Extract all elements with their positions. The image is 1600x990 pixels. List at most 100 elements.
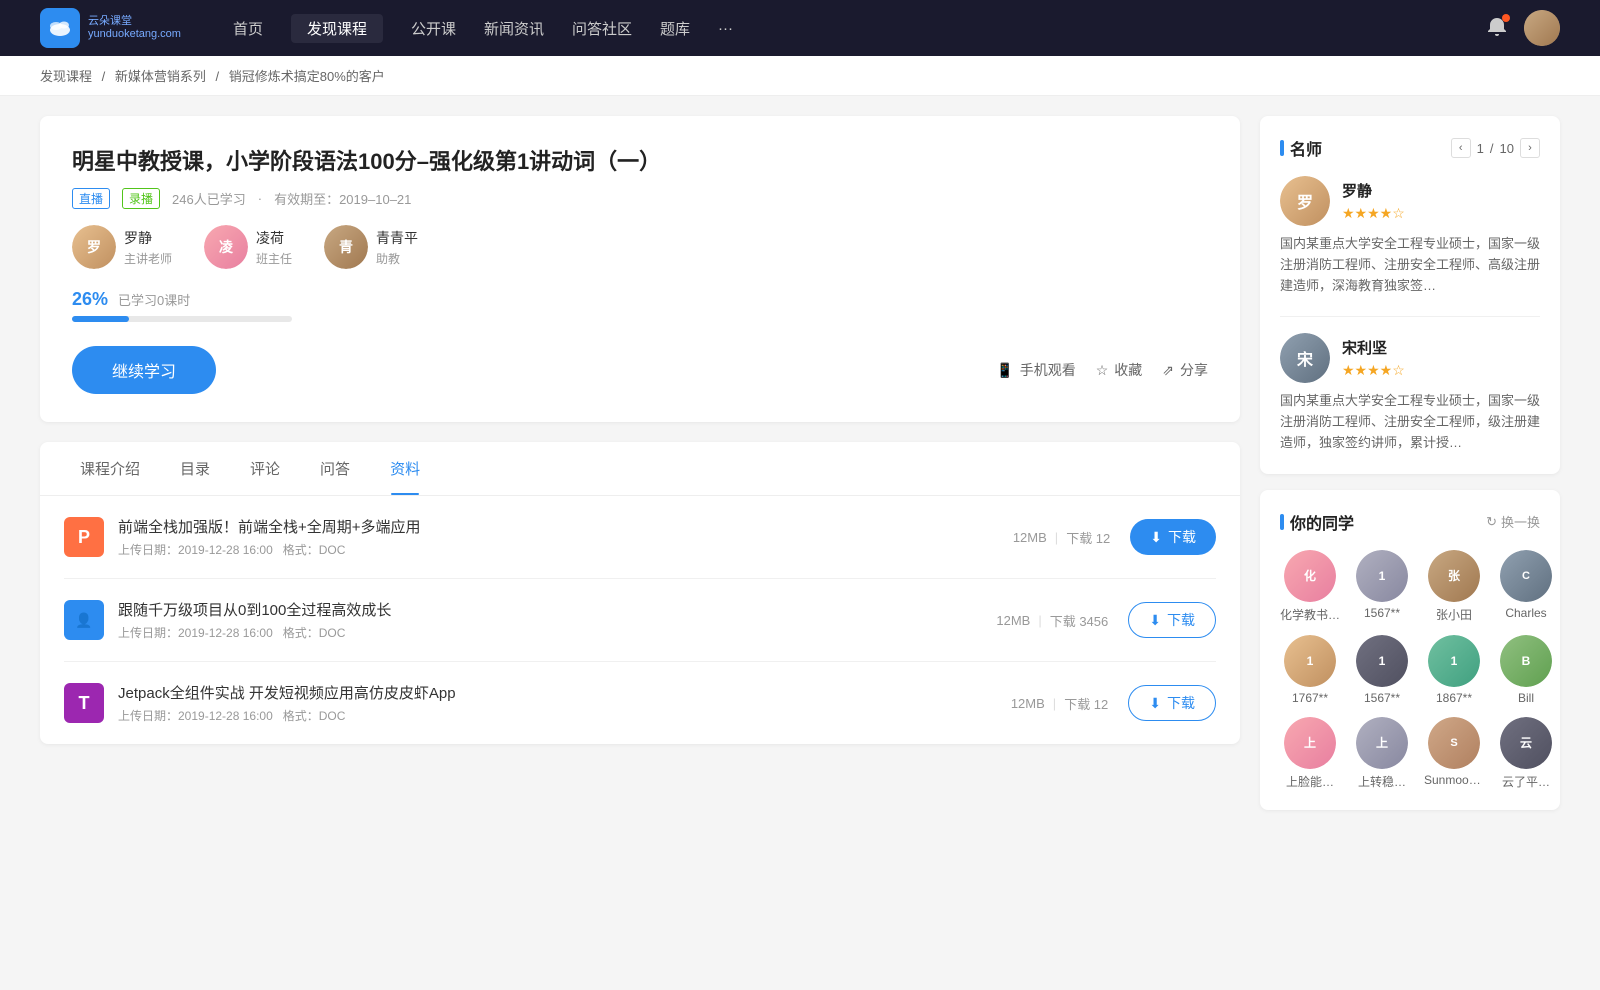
page-body: 明星中教授课，小学阶段语法100分–强化级第1讲动词（一） 直播 录播 246人… — [0, 96, 1600, 846]
nav-item-news[interactable]: 新闻资讯 — [484, 14, 544, 43]
classmate-avatar-11: 云 — [1500, 717, 1552, 769]
refresh-icon: ↻ — [1486, 514, 1497, 530]
star-icon: ☆ — [1096, 362, 1109, 379]
classmate-avatar-5: 1 — [1356, 635, 1408, 687]
resource-item-2: T Jetpack全组件实战 开发短视频应用高仿皮皮虾App 上传日期：2019… — [64, 662, 1216, 744]
classmate-name-9: 上转稳… — [1352, 773, 1412, 790]
classmate-item-1: 1 1567** — [1352, 550, 1412, 623]
nav-item-discover[interactable]: 发现课程 — [291, 14, 383, 43]
teacher-avatar-2: 青 — [324, 225, 368, 269]
teacher-item-1: 凌 凌荷 班主任 — [204, 225, 292, 269]
sidebar-teacher-stars-0: ★★★★☆ — [1342, 205, 1405, 222]
valid-date: 有效期至：2019–10–21 — [274, 189, 411, 208]
classmate-item-10: S Sunmoon… — [1424, 717, 1484, 790]
badge-live: 直播 — [72, 188, 110, 209]
download-icon: ⬇ — [1150, 529, 1162, 546]
classmate-item-2: 张 张小田 — [1424, 550, 1484, 623]
tab-intro[interactable]: 课程介绍 — [64, 442, 156, 495]
action-buttons: 📱 手机观看 ☆ 收藏 ⇗ 分享 — [996, 360, 1208, 380]
continue-button[interactable]: 继续学习 — [72, 346, 216, 394]
logo-icon — [40, 8, 80, 48]
logo-text: 云朵课堂 yunduoketang.com — [88, 15, 181, 41]
teachers-pagination: ‹ 1 / 10 › — [1451, 138, 1540, 158]
actions-row: 继续学习 📱 手机观看 ☆ 收藏 ⇗ 分享 — [72, 346, 1208, 394]
nav-item-more[interactable]: ··· — [718, 16, 733, 41]
nav-item-home[interactable]: 首页 — [233, 14, 263, 43]
sidebar-teacher-1: 宋 宋利坚 ★★★★☆ 国内某重点大学安全工程专业硕士，国家一级注册消防工程师、… — [1280, 333, 1540, 453]
classmate-avatar-0: 化 — [1284, 550, 1336, 602]
progress-bar-bg — [72, 316, 292, 322]
classmate-name-5: 1567** — [1352, 691, 1412, 705]
sidebar: 名师 ‹ 1 / 10 › 罗 罗静 ★★★★☆ — [1260, 116, 1560, 826]
tabs-header: 课程介绍 目录 评论 问答 资料 — [40, 442, 1240, 496]
tab-catalog[interactable]: 目录 — [164, 442, 226, 495]
page-total: 10 — [1500, 141, 1514, 156]
course-meta: 直播 录播 246人已学习 · 有效期至：2019–10–21 — [72, 188, 1208, 209]
breadcrumb: 发现课程 / 新媒体营销系列 / 销冠修炼术搞定80%的客户 — [0, 56, 1600, 96]
resource-icon-1: 👤 — [64, 600, 104, 640]
teacher-name-0: 罗静 — [124, 228, 172, 248]
classmates-title: 你的同学 — [1280, 510, 1354, 534]
next-page-button[interactable]: › — [1520, 138, 1540, 158]
prev-page-button[interactable]: ‹ — [1451, 138, 1471, 158]
share-button[interactable]: ⇗ 分享 — [1162, 360, 1208, 380]
download-button-0[interactable]: ⬇ 下载 — [1130, 519, 1216, 555]
resource-meta-2: 上传日期：2019-12-28 16:00 格式：DOC — [118, 707, 1011, 724]
resource-meta-1: 上传日期：2019-12-28 16:00 格式：DOC — [118, 624, 996, 641]
badge-rec: 录播 — [122, 188, 160, 209]
breadcrumb-item-discover[interactable]: 发现课程 — [40, 69, 92, 84]
classmate-item-5: 1 1567** — [1352, 635, 1412, 705]
course-title: 明星中教授课，小学阶段语法100分–强化级第1讲动词（一） — [72, 144, 1208, 176]
tab-resource[interactable]: 资料 — [374, 442, 436, 495]
download-icon: ⬇ — [1149, 695, 1161, 712]
classmate-item-3: C Charles — [1496, 550, 1556, 623]
nav-item-quiz[interactable]: 题库 — [660, 14, 690, 43]
sidebar-teacher-avatar-0: 罗 — [1280, 176, 1330, 226]
bell-button[interactable] — [1486, 16, 1508, 41]
user-avatar-nav[interactable] — [1524, 10, 1560, 46]
resource-name-0: 前端全栈加强版！前端全栈+全周期+多端应用 — [118, 516, 1013, 537]
classmate-name-0: 化学教书… — [1280, 606, 1340, 623]
download-button-2[interactable]: ⬇ 下载 — [1128, 685, 1216, 721]
classmate-name-7: Bill — [1496, 691, 1556, 705]
nav-items: 首页 发现课程 公开课 新闻资讯 问答社区 题库 ··· — [233, 14, 1454, 43]
classmate-name-11: 云了平… — [1496, 773, 1556, 790]
main-content: 明星中教授课，小学阶段语法100分–强化级第1讲动词（一） 直播 录播 246人… — [40, 116, 1240, 826]
teachers-sidebar-card: 名师 ‹ 1 / 10 › 罗 罗静 ★★★★☆ — [1260, 116, 1560, 474]
course-card: 明星中教授课，小学阶段语法100分–强化级第1讲动词（一） 直播 录播 246人… — [40, 116, 1240, 422]
classmate-avatar-2: 张 — [1428, 550, 1480, 602]
classmate-item-9: 上 上转稳… — [1352, 717, 1412, 790]
collect-button[interactable]: ☆ 收藏 — [1096, 360, 1143, 380]
nav-item-public[interactable]: 公开课 — [411, 14, 456, 43]
resource-icon-2: T — [64, 683, 104, 723]
classmates-sidebar-card: 你的同学 ↻ 换一换 化 化学教书… 1 1567** — [1260, 490, 1560, 810]
sidebar-teacher-desc-0: 国内某重点大学安全工程专业硕士，国家一级注册消防工程师、注册安全工程师、高级注册… — [1280, 234, 1540, 296]
refresh-button[interactable]: ↻ 换一换 — [1486, 512, 1540, 531]
progress-section: 26% 已学习0课时 — [72, 289, 1208, 322]
teacher-name-1: 凌荷 — [256, 228, 292, 248]
tab-qa[interactable]: 问答 — [304, 442, 366, 495]
resource-item-0: P 前端全栈加强版！前端全栈+全周期+多端应用 上传日期：2019-12-28 … — [64, 496, 1216, 579]
teacher-role-1: 班主任 — [256, 250, 292, 267]
classmate-item-7: B Bill — [1496, 635, 1556, 705]
classmate-avatar-6: 1 — [1428, 635, 1480, 687]
classmate-name-3: Charles — [1496, 606, 1556, 620]
logo[interactable]: 云朵课堂 yunduoketang.com — [40, 8, 181, 48]
nav-item-qa[interactable]: 问答社区 — [572, 14, 632, 43]
classmate-avatar-1: 1 — [1356, 550, 1408, 602]
tab-review[interactable]: 评论 — [234, 442, 296, 495]
classmate-item-6: 1 1867** — [1424, 635, 1484, 705]
classmate-avatar-8: 上 — [1284, 717, 1336, 769]
breadcrumb-item-series[interactable]: 新媒体营销系列 — [115, 69, 206, 84]
download-button-1[interactable]: ⬇ 下载 — [1128, 602, 1216, 638]
teacher-item-2: 青 青青平 助教 — [324, 225, 418, 269]
classmate-avatar-4: 1 — [1284, 635, 1336, 687]
classmate-name-10: Sunmoon… — [1424, 773, 1484, 787]
teacher-name-2: 青青平 — [376, 228, 418, 248]
tabs-card: 课程介绍 目录 评论 问答 资料 P 前端全栈加强版！前端全栈+全周期+多端应用… — [40, 442, 1240, 744]
resource-item-1: 👤 跟随千万级项目从0到100全过程高效成长 上传日期：2019-12-28 1… — [64, 579, 1216, 662]
navbar: 云朵课堂 yunduoketang.com 首页 发现课程 公开课 新闻资讯 问… — [0, 0, 1600, 56]
mobile-watch-button[interactable]: 📱 手机观看 — [996, 360, 1075, 380]
sidebar-teacher-name-0: 罗静 — [1342, 180, 1405, 201]
sidebar-teacher-name-1: 宋利坚 — [1342, 337, 1405, 358]
